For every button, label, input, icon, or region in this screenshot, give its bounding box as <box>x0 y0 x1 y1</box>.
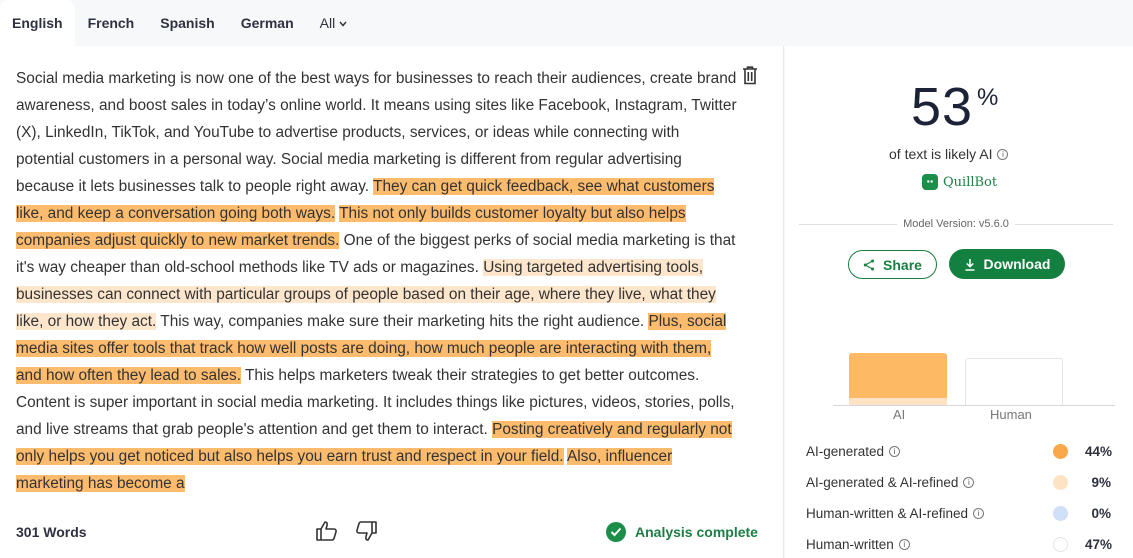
chart-axis <box>833 405 1115 406</box>
legend-label: Human-written & AI-refined <box>806 506 969 521</box>
quillbot-logo-icon <box>922 174 938 190</box>
ai-bar <box>849 353 947 406</box>
info-icon[interactable]: i <box>889 446 901 457</box>
info-icon[interactable]: i <box>898 539 910 550</box>
tab-label: All <box>319 15 336 31</box>
quillbot-brand: QuillBot <box>922 174 997 190</box>
breakdown-legend: AI-generated i 44% AI-generated & AI-refi… <box>806 436 1113 558</box>
legend-row-human-ai-refined: Human-written & AI-refined i 0% <box>806 498 1111 529</box>
tab-all-languages[interactable]: All <box>307 0 361 46</box>
ai-human-chart <box>833 346 1113 406</box>
text-segment: Social media marketing is now one of the… <box>16 70 737 195</box>
tab-english[interactable]: English <box>0 0 75 46</box>
ai-refined-dot <box>1053 475 1068 490</box>
tab-label: German <box>240 15 294 31</box>
chevron-down-icon <box>339 19 347 30</box>
legend-row-human-written: Human-written i 47% <box>806 529 1113 558</box>
legend-label: Human-written <box>806 537 894 552</box>
tab-label: Spanish <box>160 15 215 31</box>
likely-text: of text is likely AI <box>889 146 993 162</box>
share-icon <box>863 259 875 270</box>
human-axis-label: Human <box>990 407 1032 422</box>
model-version-text: Model Version: v5.6.0 <box>903 218 1009 230</box>
human-written-dot <box>1053 537 1068 552</box>
legend-label: AI-generated & AI-refined <box>806 475 959 490</box>
legend-label: AI-generated <box>806 444 885 459</box>
info-icon[interactable]: i <box>997 148 1009 160</box>
legend-value: 0% <box>1091 506 1111 521</box>
info-icon[interactable]: i <box>973 508 985 519</box>
brand-name: QuillBot <box>943 174 998 190</box>
tab-label: English <box>12 15 63 31</box>
legend-value: 47% <box>1085 537 1113 552</box>
text-segment: This way, companies make sure their mark… <box>156 313 649 330</box>
divider <box>799 223 898 225</box>
ai-axis-label: AI <box>893 407 906 422</box>
legend-row-ai-generated: AI-generated i 44% <box>806 436 1113 467</box>
human-bar <box>965 358 1063 406</box>
percent-sign: % <box>977 84 1000 111</box>
check-circle-icon <box>606 522 626 542</box>
trash-icon[interactable] <box>742 66 758 86</box>
download-icon <box>965 258 975 271</box>
human-ai-refined-dot <box>1053 506 1068 521</box>
tab-german[interactable]: German <box>228 0 307 46</box>
ai-detector-app: English French Spanish German All Social… <box>0 0 1133 558</box>
analyzed-text[interactable]: Social media marketing is now one of the… <box>16 65 738 501</box>
divider <box>1014 223 1114 225</box>
tab-spanish[interactable]: Spanish <box>147 0 227 46</box>
text-panel: Social media marketing is now one of the… <box>0 46 784 558</box>
word-count: 301 Words <box>16 524 87 540</box>
download-label: Download <box>983 256 1051 272</box>
language-tabs: English French Spanish German All <box>0 0 784 46</box>
status-text: Analysis complete <box>635 524 758 540</box>
result-panel: 53% of text is likely AI i QuillBot Mode… <box>785 46 1133 558</box>
tab-label: French <box>87 15 135 31</box>
share-label: Share <box>883 256 922 273</box>
share-button[interactable]: Share <box>848 250 937 279</box>
ai-generated-dot <box>1053 444 1068 459</box>
analysis-status: Analysis complete <box>606 522 758 542</box>
download-button[interactable]: Download <box>949 249 1065 279</box>
info-icon[interactable]: i <box>963 477 975 488</box>
likely-ai-label: of text is likely AI i <box>889 146 1009 162</box>
legend-row-ai-refined: AI-generated & AI-refined i 9% <box>806 467 1111 498</box>
legend-value: 9% <box>1091 475 1111 490</box>
tab-french[interactable]: French <box>75 0 148 46</box>
model-version: Model Version: v5.6.0 <box>799 218 1114 230</box>
percent-value: 53 <box>911 77 974 137</box>
thumbs-down-icon[interactable] <box>354 520 378 542</box>
thumbs-up-icon[interactable] <box>315 520 339 542</box>
legend-value: 44% <box>1085 444 1113 459</box>
ai-percentage: 53% <box>911 76 998 138</box>
